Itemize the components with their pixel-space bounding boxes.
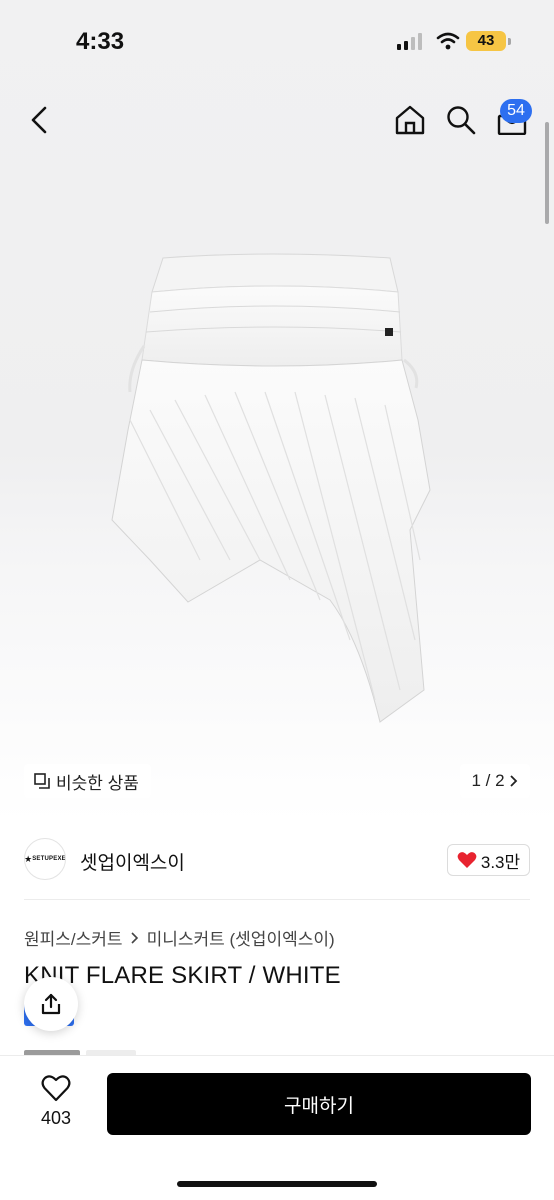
share-icon [41,993,61,1015]
store-logo[interactable]: ★ SETUPEXE [24,838,66,880]
similar-icon [34,773,50,789]
divider [24,899,530,900]
heart-filled-icon [457,852,477,868]
wifi-icon [436,32,460,50]
like-count: 403 [40,1108,72,1128]
heart-outline-icon [41,1075,71,1102]
similar-label: 비슷한 상품 [56,773,139,793]
store-name[interactable]: 셋업이엑스이 [80,848,185,875]
status-time: 4:33 [76,28,125,55]
battery-tip [508,38,511,45]
breadcrumb-chevron-icon [131,931,138,944]
cell-signal-icon [397,32,425,50]
scrollbar[interactable] [545,122,549,224]
store-logo-text: SETUPEXE [32,856,66,862]
breadcrumb: 원피스/스커트 미니스커트 (셋업이엑스이) [24,925,335,950]
home-icon[interactable] [394,104,426,136]
breadcrumb-level1[interactable]: 원피스/스커트 [24,925,123,950]
star-icon: ★ [24,853,33,864]
search-icon[interactable] [446,105,476,135]
pager-text: 1 / 2 [471,771,505,790]
breadcrumb-level2[interactable]: 미니스커트 (셋업이엑스이) [147,925,335,950]
battery-level: 43 [477,32,495,49]
home-indicator [177,1181,377,1187]
cart-count-badge: 54 [500,99,532,123]
back-arrow-icon[interactable] [28,106,52,134]
similar-products-button[interactable]: 비슷한 상품 [24,764,151,798]
like-button[interactable] [36,1074,76,1104]
store-like-button[interactable]: 3.3만 [447,844,530,876]
battery-icon: 43 [466,31,506,51]
chevron-right-icon [509,775,517,787]
share-button[interactable] [24,977,78,1031]
image-pager-button[interactable]: 1 / 2 [460,764,530,798]
store-like-count: 3.3만 [480,852,521,872]
buy-button[interactable]: 구매하기 [107,1073,531,1135]
